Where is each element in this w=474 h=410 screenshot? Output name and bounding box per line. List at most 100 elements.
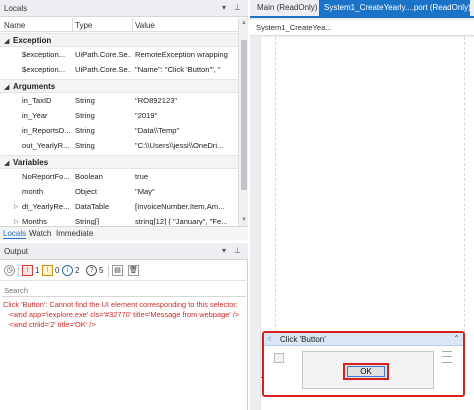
column-divider[interactable] — [132, 18, 133, 32]
expand-arrow-icon[interactable]: ▷ — [14, 218, 19, 225]
column-header-type[interactable]: Type — [75, 21, 92, 30]
variable-value: RemoteException wrapping — [135, 50, 228, 59]
variable-type: String — [75, 141, 95, 150]
collapse-triangle-icon[interactable]: ◢ — [4, 83, 9, 91]
search-input[interactable] — [4, 284, 242, 296]
output-panel: Output ▾ ⊥ ◷ ! 1 ! 0 i 2 ? 5 ▤ 🗑 Click '… — [0, 243, 248, 410]
variable-row[interactable]: out_YearlyR... String "C:\\Users\\jessi\… — [0, 139, 238, 153]
click-button-activity[interactable]: ☝ Click 'Button' ⌃ OK — [262, 331, 465, 397]
toolbar-divider — [18, 265, 19, 277]
variable-name: NoReportFo... — [22, 172, 70, 181]
element-preview: OK — [302, 351, 434, 389]
debug-filter-button[interactable]: ? 5 — [86, 264, 103, 277]
variable-row[interactable]: NoReportFo... Boolean true — [0, 170, 238, 184]
tab-system1-create-yearly-report[interactable]: System1_CreateYearly....port (ReadOnly) — [319, 0, 471, 16]
variable-row[interactable]: in_TaxID String "RO892123" — [0, 94, 238, 108]
variable-value: true — [135, 172, 149, 181]
variable-value: [InvoiceNumber,Item,Am... — [135, 202, 225, 211]
tab-immediate[interactable]: Immediate — [56, 229, 93, 238]
ok-button-preview: OK — [343, 363, 389, 380]
output-title-bar: Output ▾ ⊥ — [0, 243, 248, 260]
group-header-exception[interactable]: ◢ Exception — [0, 33, 238, 47]
breadcrumb-item[interactable]: System1_CreateYea... — [256, 23, 332, 32]
info-count: 2 — [75, 266, 80, 275]
column-header-value[interactable]: Value — [135, 21, 155, 30]
variable-row[interactable]: ▷ Months String[] string[12] { "January"… — [0, 215, 238, 225]
variable-row[interactable]: ▷ dt_YearlyRe... DataTable [InvoiceNumbe… — [0, 200, 238, 214]
target-indicator-icon[interactable] — [274, 353, 284, 363]
locals-panel: Locals ▾ ⊥ Name Type Value ◢ Exception $… — [0, 0, 248, 240]
tab-watch[interactable]: Watch — [29, 229, 51, 238]
locals-scrollbar[interactable]: ▲ ▼ — [238, 18, 248, 226]
scrollbar-thumb[interactable] — [241, 40, 247, 190]
variable-name: dt_YearlyRe... — [22, 202, 70, 211]
clear-icon[interactable]: 🗑 — [128, 264, 139, 277]
scroll-up-arrow-icon[interactable]: ▲ — [241, 20, 247, 26]
locals-variable-list: ◢ Exception $exception... UiPath.Core.Se… — [0, 33, 238, 225]
group-header-arguments[interactable]: ◢ Arguments — [0, 79, 238, 93]
variable-name: $exception... — [22, 65, 66, 74]
variable-value: "2019" — [135, 111, 158, 120]
copy-icon[interactable]: ▤ — [112, 264, 123, 277]
dropdown-icon[interactable]: ▾ — [222, 3, 226, 12]
expand-arrow-icon[interactable]: ▷ — [14, 203, 19, 210]
variable-type: Object — [75, 187, 97, 196]
variable-value: "Data\\Temp" — [135, 126, 180, 135]
info-filter-button[interactable]: i 2 — [62, 264, 79, 277]
variable-name: $exception... — [22, 50, 66, 59]
variable-type: UiPath.Core.Se... — [75, 65, 131, 74]
variable-name: month — [22, 187, 44, 196]
column-header-name[interactable]: Name — [4, 21, 25, 30]
variable-name: Months — [22, 217, 47, 225]
variable-row[interactable]: in_Year String "2019" — [0, 109, 238, 123]
variable-type: UiPath.Core.Se... — [75, 50, 131, 59]
errors-count: 1 — [35, 266, 40, 275]
group-header-variables[interactable]: ◢ Variables — [0, 155, 238, 169]
pin-icon[interactable]: ⊥ — [234, 246, 241, 255]
variable-type: String — [75, 96, 95, 105]
collapse-triangle-icon[interactable]: ◢ — [4, 37, 9, 45]
variable-type: String — [75, 126, 95, 135]
sequence-outline — [275, 37, 465, 337]
locals-title-bar: Locals ▾ ⊥ — [0, 0, 248, 17]
activity-header[interactable]: ☝ Click 'Button' ⌃ — [264, 333, 463, 346]
variable-type: DataTable — [75, 202, 110, 211]
group-label: Arguments — [13, 82, 56, 91]
error-message-line[interactable]: <wnd app='iexplore.exe' cls='#32770' tit… — [3, 310, 245, 320]
output-toolbar: ◷ ! 1 ! 0 i 2 ? 5 ▤ 🗑 — [0, 261, 248, 281]
debug-count: 5 — [99, 266, 104, 275]
error-message-line[interactable]: Click 'Button': Cannot find the UI eleme… — [3, 300, 245, 310]
menu-icon[interactable] — [442, 351, 452, 363]
tab-locals[interactable]: Locals — [3, 229, 27, 239]
variable-row[interactable]: $exception... UiPath.Core.Se... "Name": … — [0, 63, 238, 77]
collapse-triangle-icon[interactable]: ◢ — [4, 159, 9, 167]
variable-row[interactable]: $exception... UiPath.Core.Se... RemoteEx… — [0, 48, 238, 62]
pin-icon[interactable]: ⊥ — [234, 3, 241, 12]
ok-label: OK — [347, 366, 385, 377]
variable-value: "C:\\Users\\jessi\\OneDri... — [135, 141, 224, 150]
errors-filter-button[interactable]: ! 1 — [22, 264, 39, 277]
warnings-count: 0 — [55, 266, 60, 275]
debug-icon: ? — [86, 265, 97, 276]
error-icon: ! — [22, 265, 33, 276]
debug-tabs: Locals Watch Immediate — [0, 226, 248, 240]
clock-icon[interactable]: ◷ — [4, 264, 15, 277]
variable-value: "May" — [135, 187, 155, 196]
variable-name: out_YearlyR... — [22, 141, 70, 150]
dropdown-icon[interactable]: ▾ — [222, 246, 226, 255]
variable-name: in_ReportsD... — [22, 126, 71, 135]
variable-name: in_TaxID — [22, 96, 52, 105]
column-divider[interactable] — [72, 18, 73, 32]
variable-type: Boolean — [75, 172, 103, 181]
tab-main[interactable]: Main (ReadOnly) — [252, 0, 322, 16]
error-message-line[interactable]: <wnd ctrlid='2' title='OK' /> — [3, 320, 245, 330]
collapse-icon[interactable]: ⌃ — [453, 334, 460, 343]
toolbar-divider — [108, 265, 109, 277]
variable-row[interactable]: in_ReportsD... String "Data\\Temp" — [0, 124, 238, 138]
warnings-filter-button[interactable]: ! 0 — [42, 264, 59, 277]
scroll-down-arrow-icon[interactable]: ▼ — [241, 217, 247, 223]
group-label: Variables — [13, 158, 49, 167]
warning-icon: ! — [42, 265, 53, 276]
variable-row[interactable]: month Object "May" — [0, 185, 238, 199]
locals-title: Locals — [4, 4, 28, 13]
